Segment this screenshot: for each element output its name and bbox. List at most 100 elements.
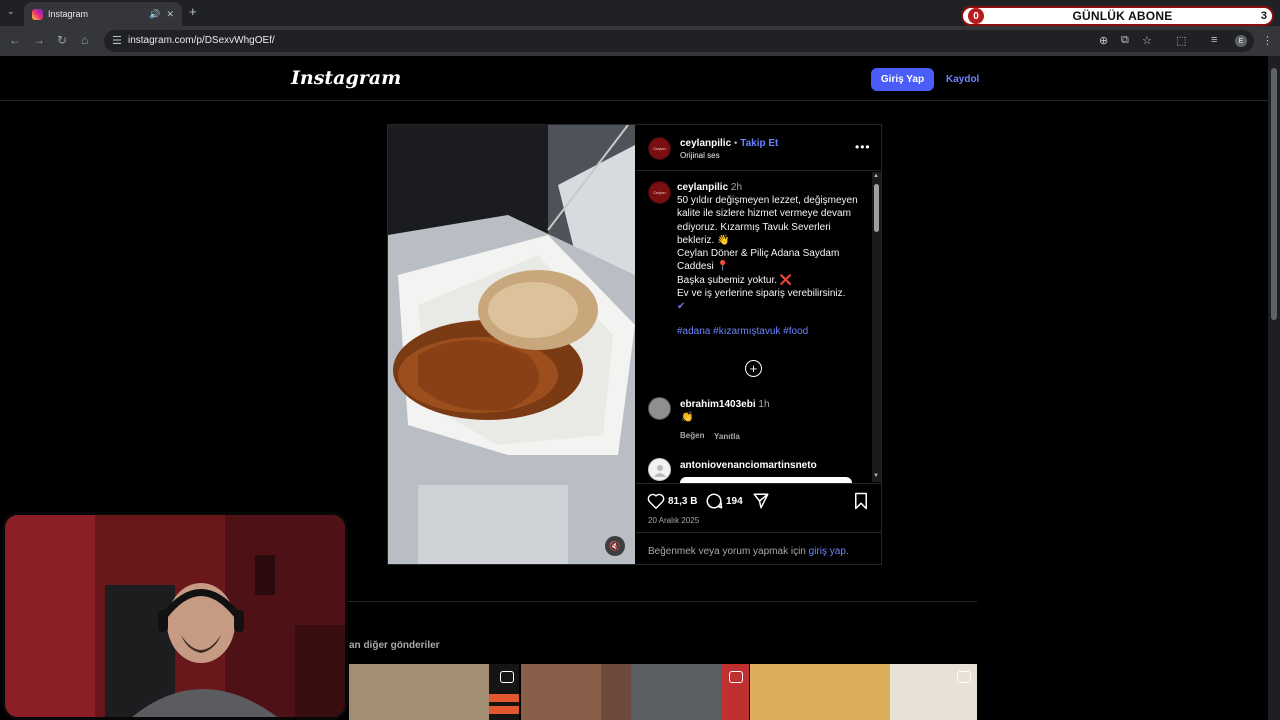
comment-username[interactable]: antoniovenanciomartinsneto (680, 460, 817, 471)
comment-action[interactable]: 194 (705, 492, 743, 510)
more-post-thumbnail-1[interactable] (349, 664, 519, 720)
thumbnail-image (521, 664, 749, 720)
webcam-feed (5, 515, 345, 717)
reel-icon (729, 671, 743, 683)
bookmark-star-icon[interactable]: ☆ (1142, 34, 1152, 47)
comments-scrollbar-thumb[interactable] (874, 184, 879, 232)
signup-link[interactable]: Kaydol (946, 74, 979, 85)
commenter-avatar-default[interactable] (648, 458, 671, 481)
instagram-favicon-icon (32, 8, 43, 20)
comment-bubble-icon (706, 493, 723, 509)
tab-audio-icon[interactable]: 🔊 (149, 9, 160, 20)
comments-count: 194 (726, 495, 743, 507)
caption-line: 50 yıldır değişmeyen lezzet, değişmeyen (677, 195, 858, 206)
caption-hashtags[interactable]: #adana #kızarmıştavuk #food (677, 326, 808, 337)
reload-icon[interactable]: ↻ (57, 33, 67, 47)
header-divider (636, 170, 882, 171)
comments-scroll-up-icon[interactable]: ▲ (873, 173, 879, 179)
login-prompt-text: Beğenmek veya yorum yapmak için (648, 546, 806, 557)
profile-avatar[interactable]: E (1235, 35, 1247, 47)
browser-tab-instagram[interactable]: Instagram 🔊 ✕ (24, 2, 182, 26)
post-header-author: ceylanpilic • Takip Et (680, 138, 778, 149)
home-icon[interactable]: ⌂ (81, 33, 88, 47)
url-text: instagram.com/p/DSexvWhgOEf/ (128, 35, 275, 46)
post-date[interactable]: 20 Aralık 2025 (648, 516, 699, 525)
follow-button[interactable]: Takip Et (740, 138, 778, 149)
caption-text: 50 yıldır değişmeyen lezzet, değişmeyen … (677, 194, 865, 314)
author-avatar-text: Ceylan (653, 146, 666, 151)
overlay-label: GÜNLÜK ABONE (1072, 9, 1173, 23)
section-divider (291, 601, 977, 602)
install-app-icon[interactable]: ⧉ (1121, 34, 1129, 47)
page-scrollbar-thumb[interactable] (1271, 68, 1277, 320)
audio-label[interactable]: Orijinal ses (680, 151, 720, 160)
author-avatar[interactable]: Ceylan (648, 137, 671, 160)
share-action[interactable] (752, 492, 770, 510)
tab-close-icon[interactable]: ✕ (166, 9, 174, 20)
caption-avatar-text: Ceylan (653, 190, 666, 195)
reel-icon (500, 671, 514, 683)
tab-search-chevron-icon[interactable]: ⌄ (7, 6, 15, 17)
zoom-icon[interactable]: ⊕ (1099, 34, 1108, 47)
login-prompt-suffix: . (845, 546, 849, 557)
new-tab-plus-icon[interactable]: + (189, 4, 197, 19)
comment-text: 👏 (681, 412, 694, 423)
mute-toggle-icon[interactable]: 🔇 (605, 536, 625, 556)
caption-line: Caddesi 📍 (677, 261, 729, 273)
footer-divider (636, 532, 882, 533)
caption-line: Ev ve iş yerlerine sipariş verebilirsini… (677, 288, 846, 300)
comment-like-link[interactable]: Beğen (680, 431, 704, 440)
login-button[interactable]: Giriş Yap (871, 68, 934, 91)
caption-line: ✔ (677, 301, 686, 313)
caption-time: 2h (730, 182, 743, 193)
instagram-header (0, 56, 1268, 101)
separator-dot: • (733, 138, 738, 149)
browser-menu-icon[interactable]: ⋮ (1262, 34, 1273, 47)
more-post-thumbnail-2[interactable] (521, 664, 749, 720)
overlay-right-count: 3 (1260, 10, 1267, 22)
heart-icon (647, 493, 665, 509)
save-action[interactable] (853, 492, 869, 510)
overlay-left-count: 0 (968, 8, 984, 24)
default-user-icon (653, 464, 666, 477)
chicken-video-frame (388, 125, 635, 564)
more-posts-heading: an diğer gönderiler (349, 640, 440, 651)
comments-scroll-down-icon[interactable]: ▼ (873, 473, 879, 479)
caption-line: kalite ile sizlere hizmet vermeye devam (677, 208, 851, 220)
login-prompt-link[interactable]: giriş yap (809, 546, 846, 557)
comment-username[interactable]: ebrahim1403ebi (680, 399, 756, 410)
comment-header: ebrahim1403ebi 1h (680, 399, 770, 410)
author-username[interactable]: ceylanpilic (680, 138, 731, 149)
thumbnail-image (750, 664, 977, 720)
address-bar[interactable]: ☰ instagram.com/p/DSexvWhgOEf/ (104, 30, 1254, 52)
more-options-icon[interactable]: ••• (855, 140, 871, 154)
thumbnail-image (349, 664, 519, 720)
caption-line: ediyoruz. Kızarmış Tavuk Severleri (677, 221, 831, 233)
caption-author-avatar[interactable]: Ceylan (648, 181, 671, 204)
more-post-thumbnail-3[interactable] (750, 664, 977, 720)
extensions-icon[interactable]: ⬚ (1176, 34, 1186, 47)
share-paper-plane-icon (753, 493, 769, 509)
comment-reply-link[interactable]: Yanıtla (714, 432, 740, 441)
like-action[interactable]: 81,3 B (647, 492, 697, 510)
forward-arrow-icon[interactable]: → (33, 33, 45, 47)
post-video[interactable] (388, 125, 635, 564)
caption-line: Ceylan Döner & Piliç Adana Saydam (677, 248, 840, 260)
bookmark-icon (855, 492, 867, 510)
actions-divider (636, 483, 882, 484)
daily-subscriber-overlay: 0 GÜNLÜK ABONE 3 (961, 6, 1274, 26)
login-prompt: Beğenmek veya yorum yapmak için giriş ya… (648, 546, 849, 557)
site-info-icon[interactable]: ☰ (112, 34, 122, 47)
load-more-comments-icon[interactable]: + (745, 360, 762, 377)
tab-title: Instagram (48, 9, 89, 19)
caption-author[interactable]: ceylanpilic (677, 182, 728, 193)
comment-time: 1h (758, 399, 770, 410)
caption-header: ceylanpilic 2h (677, 182, 742, 193)
instagram-logo[interactable]: Instagram (291, 67, 401, 89)
caption-line: bekleriz. 👋 (677, 234, 730, 246)
media-controls-icon[interactable]: ≡ (1211, 34, 1217, 46)
back-arrow-icon[interactable]: ← (9, 33, 21, 47)
caption-line: Başka şubemiz yoktur. ❌ (677, 274, 793, 286)
likes-count: 81,3 B (668, 495, 698, 507)
commenter-avatar[interactable] (648, 397, 671, 420)
